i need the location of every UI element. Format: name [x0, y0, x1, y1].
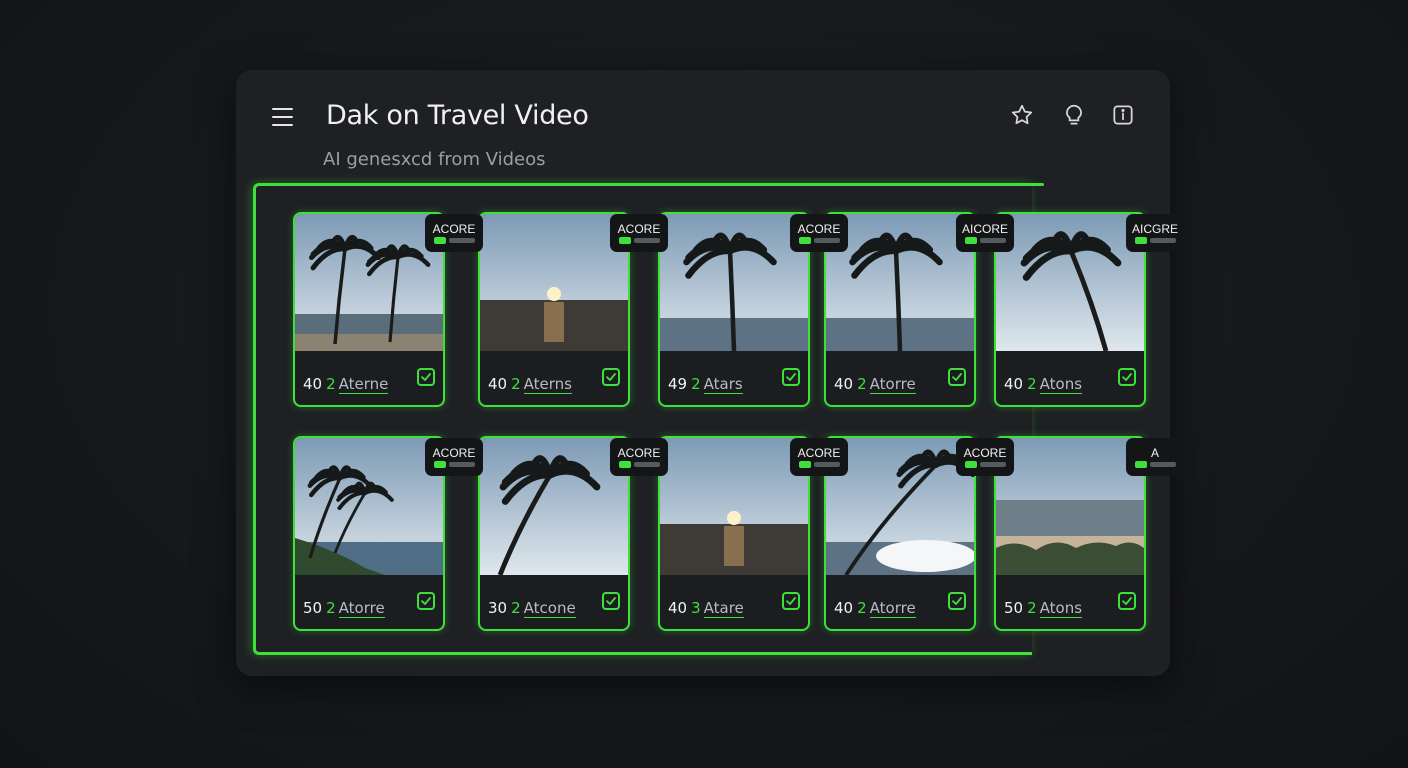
card-number: 40	[303, 375, 323, 393]
card-label: Atcone	[523, 599, 576, 618]
card-number: 50	[1004, 599, 1024, 617]
ai-core-badge: ACORE	[790, 438, 848, 476]
ai-core-badge: ACORE	[790, 214, 848, 252]
checkbox-icon[interactable]	[417, 592, 435, 610]
card-caption: 49 2 Atars	[668, 375, 743, 394]
thumbnail-image	[660, 214, 808, 351]
card-label: Atons	[1039, 599, 1083, 618]
video-card[interactable]: ACORE 30 2 Atcone	[478, 436, 668, 631]
card-label: Atorre	[869, 599, 916, 618]
video-card[interactable]: ACORE 40 2 Aterne	[293, 212, 483, 407]
card-count: 2	[326, 599, 336, 617]
star-icon[interactable]	[1009, 102, 1035, 128]
badge-label: ACORE	[797, 222, 841, 236]
checkbox-icon[interactable]	[782, 368, 800, 386]
card-number: 40	[668, 599, 688, 617]
video-card[interactable]: A 50 2 Atons	[994, 436, 1184, 631]
card-caption: 30 2 Atcone	[488, 599, 576, 618]
card-caption: 40 3 Atare	[668, 599, 744, 618]
ai-core-badge: ACORE	[610, 438, 668, 476]
badge-label: ACORE	[617, 446, 661, 460]
card-caption: 50 2 Atons	[1004, 599, 1083, 618]
badge-label: AICGRE	[1131, 222, 1178, 236]
card-number: 49	[668, 375, 688, 393]
video-card[interactable]: ACORE 50 2 Atorre	[293, 436, 483, 631]
ai-core-badge: AICGRE	[1126, 214, 1184, 252]
card-caption: 40 2 Atorre	[834, 599, 916, 618]
card-count: 2	[857, 375, 867, 393]
thumbnail-image	[295, 214, 443, 351]
thumbnail-image	[826, 438, 974, 575]
lightbulb-icon[interactable]	[1061, 102, 1087, 128]
card-count: 2	[1027, 375, 1037, 393]
thumbnail-image	[996, 438, 1144, 575]
badge-label: A	[1150, 446, 1159, 460]
card-caption: 40 2 Aterns	[488, 375, 572, 394]
badge-label: ACORE	[432, 446, 476, 460]
ai-core-badge: ACORE	[956, 438, 1014, 476]
info-icon[interactable]	[1110, 102, 1136, 128]
ai-core-badge: AICORE	[956, 214, 1014, 252]
card-count: 2	[511, 375, 521, 393]
card-number: 40	[488, 375, 508, 393]
thumbnail-image	[826, 214, 974, 351]
ai-core-badge: A	[1126, 438, 1184, 476]
card-number: 40	[834, 375, 854, 393]
card-number: 30	[488, 599, 508, 617]
badge-label: ACORE	[432, 222, 476, 236]
card-count: 2	[326, 375, 336, 393]
grid-frame-dash	[1028, 183, 1044, 186]
thumbnail-image	[295, 438, 443, 575]
card-caption: 40 2 Aterne	[303, 375, 389, 394]
checkbox-icon[interactable]	[782, 592, 800, 610]
ai-core-badge: ACORE	[425, 438, 483, 476]
video-card[interactable]: ACORE 49 2 Atars	[658, 212, 848, 407]
card-count: 2	[691, 375, 701, 393]
video-card[interactable]: AICGRE 40 2 Atons	[994, 212, 1184, 407]
page-subtitle: AI genesxcd from Videos	[323, 149, 546, 170]
card-label: Atorre	[338, 599, 385, 618]
card-number: 40	[834, 599, 854, 617]
checkbox-icon[interactable]	[602, 368, 620, 386]
checkbox-icon[interactable]	[948, 592, 966, 610]
video-card[interactable]: ACORE 40 3 Atare	[658, 436, 848, 631]
thumbnail-image	[480, 438, 628, 575]
main-panel: Dak on Travel Video AI genesxcd from Vid…	[236, 70, 1184, 676]
card-number: 50	[303, 599, 323, 617]
thumbnail-image	[660, 438, 808, 575]
card-label: Atars	[703, 375, 743, 394]
card-caption: 40 2 Atons	[1004, 375, 1083, 394]
thumbnail-image	[480, 214, 628, 351]
menu-icon[interactable]	[272, 108, 294, 126]
card-count: 2	[511, 599, 521, 617]
badge-label: ACORE	[963, 446, 1007, 460]
checkbox-icon[interactable]	[948, 368, 966, 386]
checkbox-icon[interactable]	[1118, 368, 1136, 386]
badge-label: ACORE	[797, 446, 841, 460]
card-caption: 40 2 Atorre	[834, 375, 916, 394]
card-label: Aterns	[523, 375, 572, 394]
thumbnail-image	[996, 214, 1144, 351]
checkbox-icon[interactable]	[1118, 592, 1136, 610]
ai-core-badge: ACORE	[610, 214, 668, 252]
card-label: Atare	[703, 599, 744, 618]
card-caption: 50 2 Atorre	[303, 599, 385, 618]
checkbox-icon[interactable]	[602, 592, 620, 610]
card-label: Aterne	[338, 375, 389, 394]
badge-label: ACORE	[617, 222, 661, 236]
card-count: 3	[691, 599, 701, 617]
card-number: 40	[1004, 375, 1024, 393]
card-label: Atons	[1039, 375, 1083, 394]
card-count: 2	[1027, 599, 1037, 617]
badge-label: AICORE	[961, 222, 1008, 236]
card-label: Atorre	[869, 375, 916, 394]
page-title: Dak on Travel Video	[326, 100, 589, 131]
video-card[interactable]: ACORE 40 2 Aterns	[478, 212, 668, 407]
ai-core-badge: ACORE	[425, 214, 483, 252]
card-count: 2	[857, 599, 867, 617]
checkbox-icon[interactable]	[417, 368, 435, 386]
